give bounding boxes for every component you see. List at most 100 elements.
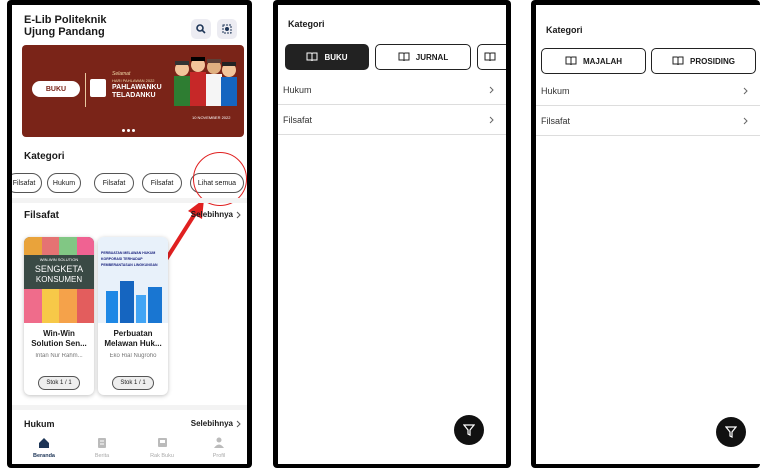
chevron-right-icon [743, 87, 748, 94]
profile-icon [214, 437, 224, 448]
hukum-more-link[interactable]: Selebihnya [191, 419, 241, 428]
chip-hukum[interactable]: Hukum [47, 173, 81, 193]
tab-prosiding[interactable]: PROSIDING [651, 48, 756, 74]
chevron-right-icon [236, 420, 241, 427]
book-author-2: Eko Rial Nugroho [109, 353, 157, 359]
app-title: E-Lib Politeknik Ujung Pandang [24, 14, 107, 38]
home-screen: E-Lib Politeknik Ujung Pandang BUKU Sela… [12, 5, 247, 464]
phone-screen-home: E-Lib Politeknik Ujung Pandang BUKU Sela… [7, 0, 252, 468]
nav-berita[interactable]: Berita [82, 435, 122, 459]
filter-icon [725, 426, 737, 438]
book-card-1[interactable]: WIN-WIN SOLUTION SENGKETA KONSUMEN Win-W… [24, 237, 94, 395]
cover2-line3: PEMBERANTASAN LINGKUNGAN [101, 263, 158, 267]
scan-button[interactable] [217, 19, 237, 39]
category-row-filsafat[interactable]: Filsafat [278, 105, 506, 135]
filsafat-more-label: Selebihnya [190, 210, 233, 219]
nav-rak-buku-label: Rak Buku [150, 453, 174, 459]
cover1-line1: SENGKETA [34, 264, 84, 274]
category-row-filsafat-2-label: Filsafat [541, 115, 571, 126]
filter-button-2[interactable] [716, 417, 746, 447]
tab-majalah[interactable]: MAJALAH [541, 48, 646, 74]
search-button[interactable] [191, 19, 211, 39]
tab-majalah-label: MAJALAH [582, 56, 623, 66]
kategori-screen-1: Kategori BUKU JURNAL Hukum Filsafat [278, 5, 506, 464]
cover1-line2: KONSUMEN [35, 275, 83, 284]
book-title-1: Win-Win Solution Sen... [31, 329, 87, 348]
bookshelf-icon [157, 438, 167, 447]
banner-pager-dots [122, 129, 135, 132]
scan-icon [222, 24, 232, 34]
chip-filsafat-1[interactable]: Filsafat [12, 173, 42, 193]
cover2-line1: PERBUATAN MELAWAN HUKUM [101, 251, 156, 255]
nav-profil-label: Profil [212, 453, 226, 459]
category-row-hukum-2[interactable]: Hukum [536, 76, 760, 106]
book-open-icon [672, 56, 684, 66]
category-row-hukum[interactable]: Hukum [278, 75, 506, 105]
app-title-line2: Ujung Pandang [24, 26, 105, 38]
banner-date: 10 NOVEMBER 2022 [192, 115, 231, 120]
book-author-1: Intan Nur Rahm... [35, 353, 83, 359]
filter-button[interactable] [454, 415, 484, 445]
book-cover-2: PERBUATAN MELAWAN HUKUM KORPORASI TERHAD… [98, 237, 168, 323]
hukum-section-title: Hukum [24, 419, 55, 429]
nav-rak-buku[interactable]: Rak Buku [142, 435, 182, 459]
tab-buku-label: BUKU [324, 52, 348, 62]
banner-event-small: HARI PAHLAWAN 2022 [112, 78, 155, 83]
stok-badge-2: Stok 1 / 1 [112, 376, 154, 390]
home-icon [39, 438, 49, 448]
nav-beranda[interactable]: Beranda [24, 435, 64, 459]
book-open-icon [565, 56, 577, 66]
book-open-icon [484, 52, 496, 62]
chip-filsafat-2[interactable]: Filsafat [94, 173, 134, 193]
tab-jurnal[interactable]: JURNAL [375, 44, 471, 70]
news-icon [98, 438, 106, 448]
category-row-filsafat-label: Filsafat [283, 114, 313, 125]
phone-screen-kategori-1: Kategori BUKU JURNAL Hukum Filsafat [273, 0, 511, 468]
tab-prosiding-label: PROSIDING [690, 56, 735, 66]
cover1-emoji-row-top [24, 237, 94, 255]
banner-illustration [170, 53, 240, 111]
filter-icon [463, 424, 475, 436]
kategori-title: Kategori [24, 151, 65, 162]
book-cover-1: WIN-WIN SOLUTION SENGKETA KONSUMEN [24, 237, 94, 323]
hukum-more-label: Selebihnya [190, 419, 233, 428]
book-open-icon [398, 52, 410, 62]
stok-badge-1: Stok 1 / 1 [38, 376, 80, 390]
category-row-filsafat-2[interactable]: Filsafat [536, 106, 760, 136]
phone-screen-kategori-2: Kategori MAJALAH PROSIDING Hukum Filsafa… [531, 0, 760, 468]
banner-greeting: Selamat [112, 71, 131, 77]
category-row-hukum-2-label: Hukum [541, 85, 570, 96]
promo-banner[interactable]: BUKU Selamat HARI PAHLAWAN 2022 PAHLAWAN… [22, 45, 244, 137]
book-open-icon [306, 52, 318, 62]
banner-divider [85, 73, 86, 107]
nav-profil[interactable]: Profil [199, 435, 239, 459]
banner-headline1: PAHLAWANKU [112, 84, 162, 91]
banner-logo-text: BUKU [45, 85, 67, 93]
chip-filsafat-3[interactable]: Filsafat [142, 173, 182, 193]
nav-berita-label: Berita [94, 453, 110, 459]
tab-jurnal-label: JURNAL [415, 52, 449, 62]
bottom-nav: Beranda Berita Rak Buku Profil [12, 431, 247, 464]
banner-emblem [90, 79, 106, 97]
chevron-right-icon [236, 211, 241, 218]
book-title-2: Perbuatan Melawan Huk... [104, 329, 162, 348]
book-card-2[interactable]: PERBUATAN MELAWAN HUKUM KORPORASI TERHAD… [98, 237, 168, 395]
cover2-buildings [106, 281, 162, 323]
filsafat-section-title: Filsafat [24, 210, 60, 221]
kategori-screen-title: Kategori [288, 19, 325, 29]
chevron-right-icon [489, 86, 494, 93]
nav-beranda-label: Beranda [32, 453, 55, 459]
section-separator-2 [12, 405, 247, 410]
section-separator [12, 198, 247, 203]
banner-headline2: TELADANKU [112, 92, 156, 99]
chevron-right-icon [743, 117, 748, 124]
tab-partial[interactable] [477, 44, 506, 70]
tab-buku[interactable]: BUKU [285, 44, 369, 70]
kategori-screen-2: Kategori MAJALAH PROSIDING Hukum Filsafa… [536, 5, 760, 464]
cover1-top-text: WIN-WIN SOLUTION [39, 257, 79, 262]
kategori-screen-title-2: Kategori [546, 25, 583, 35]
cover2-line2: KORPORASI TERHADAP [101, 257, 143, 261]
filsafat-more-link[interactable]: Selebihnya [191, 210, 241, 219]
cover1-emoji-row-bottom [24, 289, 94, 323]
banner-logo: BUKU [32, 81, 80, 97]
